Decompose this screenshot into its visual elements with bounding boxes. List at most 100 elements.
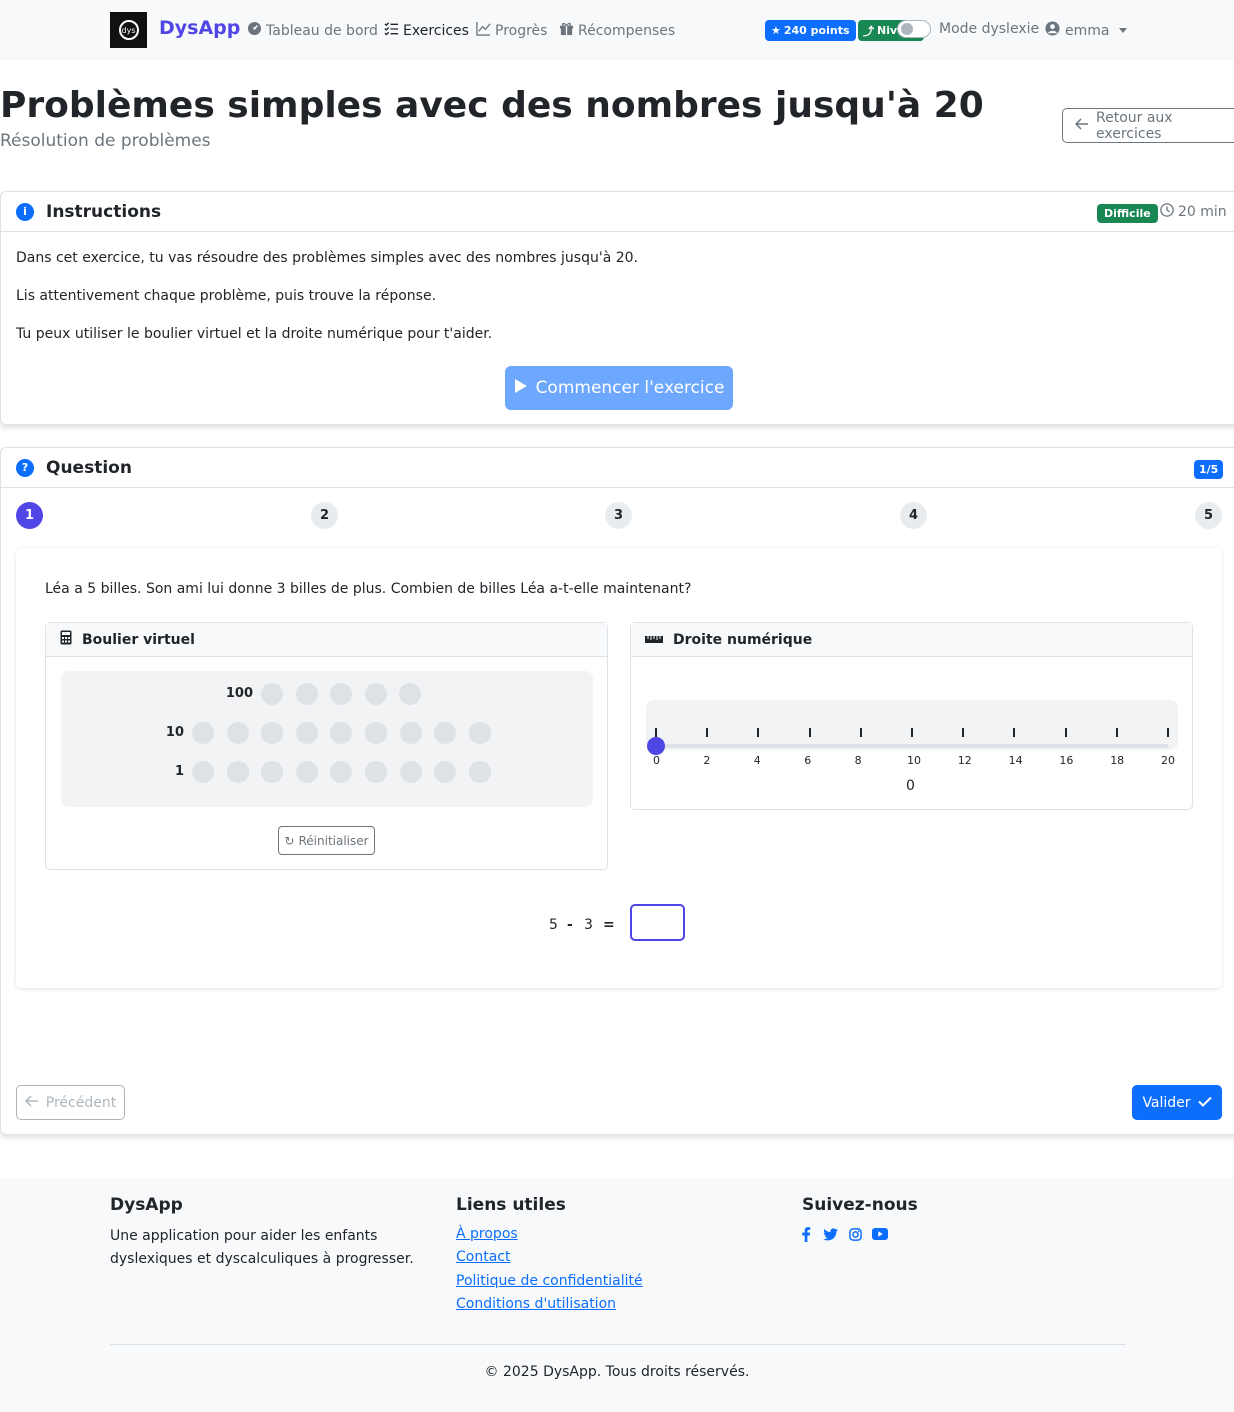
- number-line-tick: [962, 728, 965, 737]
- step-5[interactable]: 5: [1195, 502, 1222, 529]
- number-line-header: Droite numérique: [631, 623, 1192, 657]
- info-icon: i: [16, 202, 34, 221]
- instructions-card: i Instructions Difficile 20 min Dans cet…: [0, 191, 1234, 425]
- clock-icon: [1160, 203, 1174, 221]
- abacus-bead[interactable]: [330, 683, 353, 705]
- abacus-bead[interactable]: [434, 761, 457, 783]
- question-icon: ?: [16, 458, 34, 477]
- number-line-card: Droite numérique 0 2 4 6 8 10 12 14 16 18 20 0: [630, 622, 1193, 810]
- calculator-icon: [60, 630, 72, 649]
- abacus-bead[interactable]: [468, 761, 491, 783]
- user-name: emma: [1065, 22, 1110, 39]
- abacus-bead[interactable]: [226, 722, 249, 744]
- footer-link-about[interactable]: À propos: [456, 1226, 518, 1242]
- validate-button-label: Valider: [1142, 1094, 1191, 1111]
- abacus-row-label: 100: [225, 686, 253, 701]
- footer: DysApp Une application pour aider les en…: [0, 1178, 1234, 1412]
- start-exercise-button[interactable]: Commencer l'exercice: [505, 366, 733, 410]
- abacus-bead[interactable]: [295, 761, 318, 783]
- level-up-icon: ⤴: [863, 24, 874, 38]
- dyslexia-mode-toggle[interactable]: [897, 20, 931, 38]
- number-line-slider-thumb[interactable]: [647, 737, 665, 755]
- validate-button[interactable]: Valider: [1132, 1085, 1222, 1120]
- answer-input[interactable]: [630, 904, 685, 941]
- page-title: Problèmes simples avec des nombres jusqu…: [0, 85, 984, 126]
- instagram-icon[interactable]: [847, 1226, 863, 1242]
- number-line-track[interactable]: [656, 744, 1168, 748]
- equation-right-operand: 3: [584, 917, 593, 933]
- abacus-bead[interactable]: [295, 722, 318, 744]
- equation-operator: -: [567, 917, 573, 933]
- equation-left-operand: 5: [549, 917, 558, 933]
- abacus-row-label: 1: [174, 764, 184, 779]
- number-line-tick-label: 10: [907, 754, 921, 767]
- reset-button-label: Réinitialiser: [298, 833, 369, 848]
- abacus-bead[interactable]: [261, 722, 284, 744]
- number-line-tick: [808, 728, 811, 737]
- footer-link-privacy[interactable]: Politique de confidentialité: [456, 1273, 643, 1289]
- abacus-bead[interactable]: [399, 722, 422, 744]
- abacus-bead[interactable]: [399, 761, 422, 783]
- abacus-bead[interactable]: [330, 722, 353, 744]
- abacus-bead[interactable]: [330, 761, 353, 783]
- instruction-paragraph: Tu peux utiliser le boulier virtuel et l…: [16, 326, 493, 342]
- youtube-icon[interactable]: [872, 1226, 888, 1242]
- footer-social-title: Suivez-nous: [802, 1195, 918, 1215]
- step-1[interactable]: 1: [16, 502, 43, 529]
- abacus-bead[interactable]: [261, 761, 284, 783]
- reset-icon: ↻: [284, 833, 295, 848]
- footer-divider: [110, 1344, 1126, 1345]
- abacus-bead[interactable]: [295, 683, 318, 705]
- footer-link-terms[interactable]: Conditions d'utilisation: [456, 1296, 616, 1312]
- navbar: dys DysApp Tableau de bord Exercices Pro…: [0, 0, 1234, 60]
- footer-link-contact[interactable]: Contact: [456, 1249, 510, 1265]
- step-4[interactable]: 4: [900, 502, 927, 529]
- abacus-bead[interactable]: [434, 722, 457, 744]
- number-line-tick-label: 2: [703, 754, 711, 767]
- number-line-tick-label: 14: [1008, 754, 1023, 767]
- duration: 20 min: [1160, 203, 1227, 221]
- brand-name[interactable]: DysApp: [159, 17, 240, 39]
- nav-dashboard[interactable]: Tableau de bord: [247, 21, 378, 40]
- reset-button[interactable]: ↻ Réinitialiser: [278, 826, 375, 855]
- step-2[interactable]: 2: [311, 502, 338, 529]
- twitter-icon[interactable]: [822, 1226, 838, 1242]
- start-button-label: Commencer l'exercice: [535, 378, 725, 398]
- arrow-left-icon: [24, 1094, 39, 1111]
- previous-button-label: Précédent: [45, 1094, 117, 1111]
- facebook-icon[interactable]: [798, 1226, 814, 1242]
- number-line-title: Droite numérique: [673, 631, 813, 648]
- user-menu[interactable]: emma: [1045, 21, 1128, 40]
- abacus-bead[interactable]: [365, 722, 387, 744]
- question-text: Léa a 5 billes. Son ami lui donne 3 bill…: [45, 581, 692, 597]
- number-line-tick-label: 0: [653, 754, 660, 767]
- step-3[interactable]: 3: [605, 502, 632, 529]
- number-line-tick-label: 8: [854, 754, 862, 767]
- previous-button[interactable]: Précédent: [16, 1085, 125, 1120]
- difficulty-badge: Difficile: [1097, 204, 1158, 223]
- abacus-bead[interactable]: [365, 761, 387, 783]
- number-line-tick: [1167, 728, 1169, 737]
- abacus-bead[interactable]: [261, 683, 283, 705]
- ruler-icon: [645, 632, 663, 648]
- footer-brand-title: DysApp: [110, 1195, 183, 1215]
- abacus-bead[interactable]: [192, 722, 214, 744]
- instruction-paragraph: Lis attentivement chaque problème, puis …: [16, 288, 437, 304]
- gift-icon: [559, 21, 574, 40]
- abacus-bead[interactable]: [468, 722, 491, 744]
- nav-progress[interactable]: Progrès: [476, 21, 547, 40]
- abacus-bead[interactable]: [399, 683, 422, 705]
- number-line-tick-label: 18: [1110, 754, 1125, 767]
- number-line-tick-label: 16: [1059, 754, 1074, 767]
- abacus-card: Boulier virtuel 100 10 1 ↻ Réinitialiser: [45, 622, 608, 870]
- abacus-area[interactable]: 100 10 1: [61, 671, 593, 807]
- nav-exercises[interactable]: Exercices: [384, 21, 469, 40]
- app-logo[interactable]: dys: [110, 12, 147, 48]
- abacus-bead[interactable]: [226, 761, 249, 783]
- back-to-exercises-button[interactable]: Retour aux exercices: [1062, 108, 1234, 143]
- dyslexia-mode-label[interactable]: Mode dyslexie: [939, 21, 1039, 37]
- nav-rewards[interactable]: Récompenses: [559, 21, 675, 40]
- abacus-bead[interactable]: [192, 761, 214, 783]
- abacus-bead[interactable]: [364, 683, 387, 705]
- copyright: © 2025 DysApp. Tous droits réservés.: [484, 1364, 750, 1380]
